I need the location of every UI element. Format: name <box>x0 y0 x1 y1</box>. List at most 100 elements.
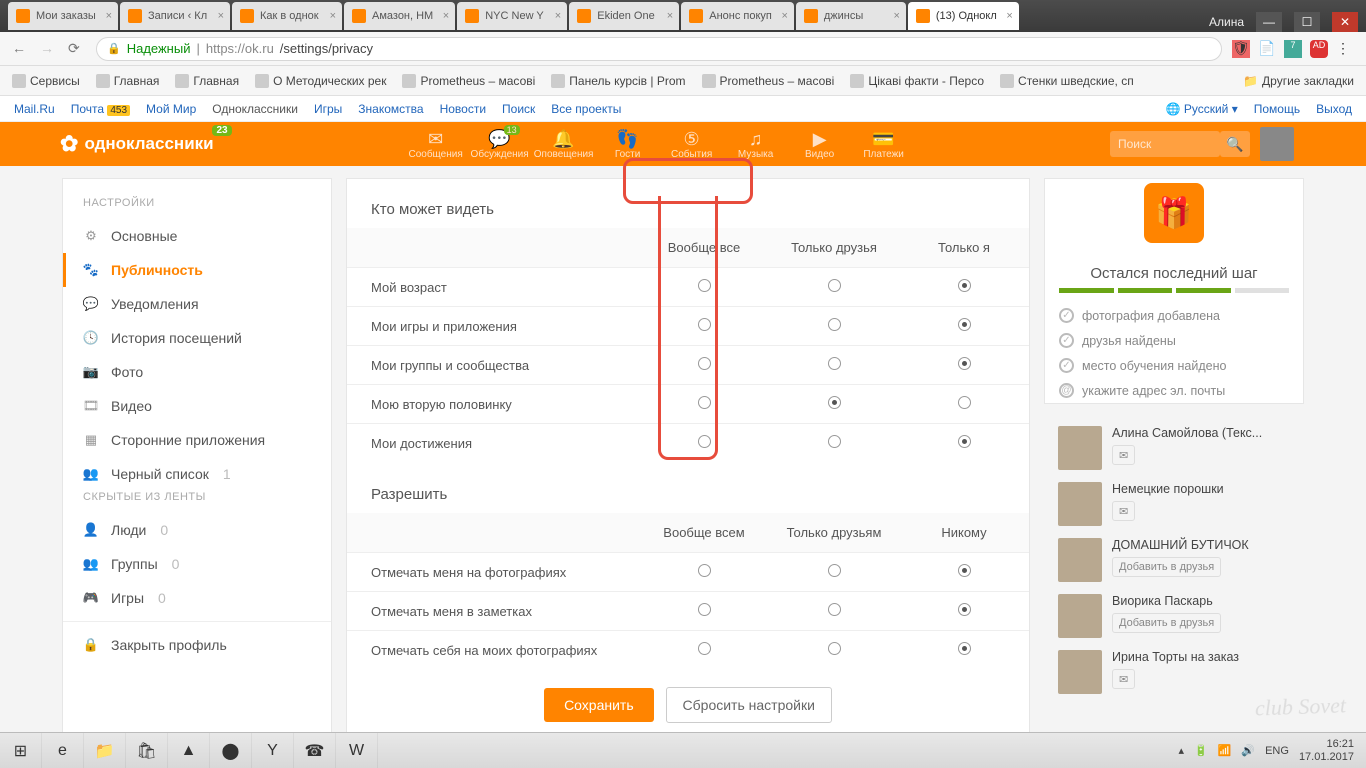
radio-option[interactable] <box>828 435 841 448</box>
friend-action[interactable]: ✉ <box>1112 669 1135 689</box>
tb-ie[interactable]: e <box>42 733 84 768</box>
browser-tab[interactable]: Записи ‹ Кл× <box>120 2 230 30</box>
bookmark-item[interactable]: Главная <box>175 74 239 88</box>
sidebar-item[interactable]: 👥Черный список1 <box>63 457 331 491</box>
mailru-link[interactable]: Мой Мир <box>146 102 196 116</box>
start-button[interactable]: ⊞ <box>0 733 42 768</box>
friend-name[interactable]: ДОМАШНИЙ БУТИЧОК <box>1112 538 1249 553</box>
radio-option[interactable] <box>958 357 971 370</box>
radio-option[interactable] <box>828 396 841 409</box>
friend-action[interactable]: Добавить в друзья <box>1112 613 1221 633</box>
sidebar-item[interactable]: 🐾Публичность <box>63 253 331 287</box>
window-close[interactable]: ✕ <box>1332 12 1358 32</box>
ok-search-input[interactable] <box>1110 131 1220 157</box>
radio-option[interactable] <box>828 318 841 331</box>
radio-option[interactable] <box>828 564 841 577</box>
tb-yandex[interactable]: Y <box>252 733 294 768</box>
close-icon[interactable]: × <box>893 10 899 22</box>
lang-switch[interactable]: 🌐 Русский ▾ <box>1166 102 1238 116</box>
tb-chrome[interactable]: ⬤ <box>210 733 252 768</box>
sidebar-item[interactable]: ▦Сторонние приложения <box>63 423 331 457</box>
friend-avatar[interactable] <box>1058 538 1102 582</box>
radio-option[interactable] <box>828 642 841 655</box>
mailru-link[interactable]: Игры <box>314 102 342 116</box>
close-profile[interactable]: 🔒 Закрыть профиль <box>63 628 331 662</box>
friend-action[interactable]: Добавить в друзья <box>1112 557 1221 577</box>
url-input[interactable]: 🔒 Надежный | https://ok.ru/settings/priv… <box>96 37 1222 61</box>
friend-name[interactable]: Алина Самойлова (Текс... <box>1112 426 1262 441</box>
tb-word[interactable]: W <box>336 733 378 768</box>
browser-tab[interactable]: Ekiden One× <box>569 2 679 30</box>
sidebar-item[interactable]: 🕓История посещений <box>63 321 331 355</box>
mailru-link[interactable]: Одноклассники <box>212 102 298 116</box>
ok-nav-item[interactable]: 💬Обсуждения13 <box>468 129 532 160</box>
browser-tab[interactable]: Анонс покуп× <box>681 2 794 30</box>
sidebar-item[interactable]: 👤Люди0 <box>63 513 331 547</box>
radio-option[interactable] <box>828 603 841 616</box>
close-icon[interactable]: × <box>781 10 787 22</box>
save-button[interactable]: Сохранить <box>544 688 654 722</box>
ok-nav-item[interactable]: ▶Видео <box>788 129 852 160</box>
ok-nav-item[interactable]: ✉Сообщения <box>404 129 468 160</box>
bookmark-item[interactable]: Главная <box>96 74 160 88</box>
bookmark-item[interactable]: Prometheus – масові <box>402 74 535 88</box>
sidebar-item[interactable]: 💬Уведомления <box>63 287 331 321</box>
reset-button[interactable]: Сбросить настройки <box>666 687 832 723</box>
sidebar-item[interactable]: ⚙Основные <box>63 219 331 253</box>
radio-option[interactable] <box>698 603 711 616</box>
friend-action[interactable]: ✉ <box>1112 501 1135 521</box>
back-button[interactable]: ← <box>12 40 30 58</box>
close-icon[interactable]: × <box>1006 10 1012 22</box>
other-bookmarks[interactable]: 📁 Другие закладки <box>1243 74 1354 88</box>
tray-up-icon[interactable]: ▴ <box>1178 744 1184 757</box>
close-icon[interactable]: × <box>330 10 336 22</box>
logout-link[interactable]: Выход <box>1316 102 1352 116</box>
ok-nav-item[interactable]: 👣Гости <box>596 129 660 160</box>
ok-nav-item[interactable]: ♫Музыка <box>724 129 788 160</box>
tray-volume-icon[interactable]: 🔊 <box>1241 744 1255 757</box>
help-link[interactable]: Помощь <box>1254 102 1300 116</box>
tb-vlc[interactable]: ▲ <box>168 733 210 768</box>
sidebar-item[interactable]: 🎞Видео <box>63 389 331 423</box>
mailru-link[interactable]: Новости <box>440 102 486 116</box>
tb-explorer[interactable]: 📁 <box>84 733 126 768</box>
friend-name[interactable]: Немецкие порошки <box>1112 482 1224 497</box>
friend-avatar[interactable] <box>1058 482 1102 526</box>
radio-option[interactable] <box>958 396 971 409</box>
window-maximize[interactable]: ☐ <box>1294 12 1320 32</box>
radio-option[interactable] <box>828 279 841 292</box>
browser-tab[interactable]: NYC New Y× <box>457 2 567 30</box>
friend-action[interactable]: ✉ <box>1112 445 1135 465</box>
sidebar-item[interactable]: 📷Фото <box>63 355 331 389</box>
friend-name[interactable]: Ирина Торты на заказ <box>1112 650 1239 665</box>
close-icon[interactable]: × <box>106 10 112 22</box>
browser-tab[interactable]: джинсы× <box>796 2 906 30</box>
mailru-link[interactable]: Знакомства <box>358 102 423 116</box>
bookmark-item[interactable]: О Методических рек <box>255 74 386 88</box>
bookmark-item[interactable]: Панель курсів | Prom <box>551 74 685 88</box>
bookmark-item[interactable]: Prometheus – масові <box>702 74 835 88</box>
browser-tab[interactable]: Как в однок× <box>232 2 342 30</box>
mailru-link[interactable]: Поиск <box>502 102 535 116</box>
reload-button[interactable]: ⟳ <box>68 40 86 58</box>
bookmark-item[interactable]: Стенки шведские, сп <box>1000 74 1134 88</box>
browser-tab[interactable]: Мои заказы× <box>8 2 118 30</box>
radio-option[interactable] <box>958 435 971 448</box>
bookmark-item[interactable]: Цікаві факти - Персо <box>850 74 984 88</box>
friend-avatar[interactable] <box>1058 594 1102 638</box>
close-icon[interactable]: × <box>218 10 224 22</box>
radio-option[interactable] <box>958 318 971 331</box>
close-icon[interactable]: × <box>667 10 673 22</box>
browser-tab[interactable]: (13) Однокл× <box>908 2 1019 30</box>
close-icon[interactable]: × <box>443 10 449 22</box>
window-minimize[interactable]: — <box>1256 12 1282 32</box>
radio-option[interactable] <box>958 279 971 292</box>
close-icon[interactable]: × <box>555 10 561 22</box>
radio-option[interactable] <box>958 603 971 616</box>
avatar[interactable] <box>1260 127 1294 161</box>
radio-option[interactable] <box>958 642 971 655</box>
tb-viber[interactable]: ☎ <box>294 733 336 768</box>
browser-tab[interactable]: Амазон, HM× <box>344 2 455 30</box>
bookmark-item[interactable]: Сервисы <box>12 74 80 88</box>
ok-nav-item[interactable]: ⑤События <box>660 129 724 160</box>
